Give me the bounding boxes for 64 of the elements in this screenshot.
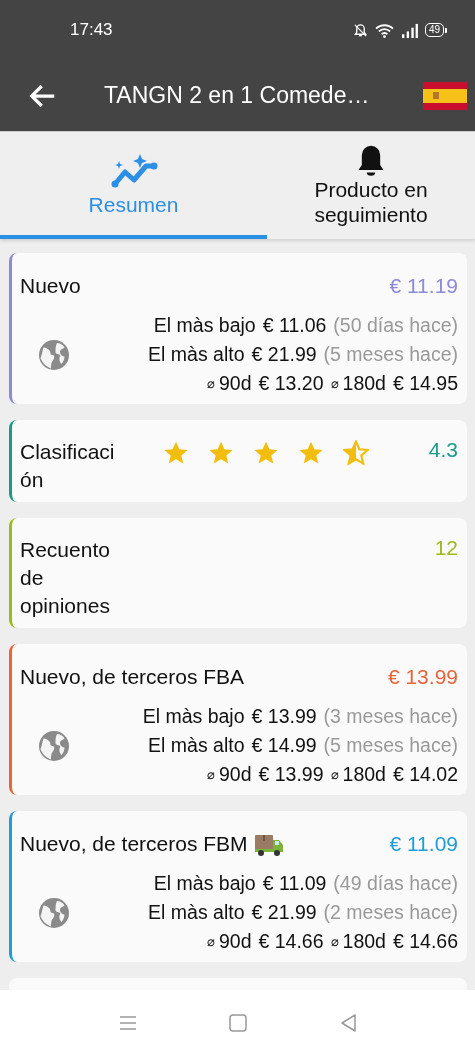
price-label: El màs bajo — [142, 704, 245, 729]
star-icon — [298, 440, 325, 466]
tab[interactable]: Producto en seguimiento — [267, 132, 475, 239]
average-icon: ⌀ — [330, 760, 339, 789]
flag-icon[interactable] — [423, 81, 467, 110]
app-title: TANGN 2 en 1 Comede… — [104, 82, 371, 109]
price: € 11.19 — [389, 274, 458, 298]
date-note: (2 meses hace) — [323, 900, 458, 925]
star-icon — [163, 440, 190, 466]
muted-bell-icon — [352, 22, 368, 38]
price-label: El màs alto — [148, 900, 245, 925]
signal-icon — [400, 22, 418, 38]
average-label: 90d — [218, 762, 252, 787]
price: € 13.99 — [258, 762, 324, 787]
price-label: El màs bajo — [153, 313, 256, 338]
average-label: 180d — [342, 371, 386, 396]
card-title: Nuevo, de terceros FBM — [20, 832, 248, 856]
average-icon: ⌀ — [206, 369, 215, 398]
date-note: (49 días hace) — [333, 871, 458, 896]
half-star-icon — [343, 440, 370, 466]
review-count: 12 — [434, 536, 458, 560]
average-icon: ⌀ — [206, 760, 215, 789]
price: € 14.95 — [392, 371, 458, 396]
average-icon: ⌀ — [330, 369, 339, 398]
price: € 14.66 — [392, 929, 458, 954]
wifi-icon — [374, 22, 394, 38]
price: € 21.99 — [251, 900, 317, 925]
menu-button[interactable] — [117, 1013, 138, 1033]
date-note: (3 meses hace) — [323, 704, 458, 729]
date-note: (50 días hace) — [333, 313, 458, 338]
price: € 14.99 — [251, 733, 317, 758]
price: € 21.99 — [251, 342, 317, 367]
clock: 17:43 — [70, 20, 114, 40]
average-label: 180d — [342, 929, 386, 954]
date-note: (5 meses hace) — [323, 342, 458, 367]
price: € 11.09 — [262, 871, 327, 896]
price-label: El màs bajo — [153, 871, 256, 896]
price: € 14.02 — [392, 762, 458, 787]
card-title: Recuento de opiniones — [20, 537, 111, 619]
card-title: Nuevo — [20, 274, 81, 298]
average-label: 90d — [218, 929, 252, 954]
average-icon: ⌀ — [206, 927, 215, 956]
price: € 13.20 — [258, 371, 324, 396]
price: € 13.99 — [251, 704, 317, 729]
card-title: Nuevo, de terceros FBA — [20, 665, 245, 689]
average-icon: ⌀ — [330, 927, 339, 956]
price: € 14.66 — [258, 929, 324, 954]
star-icon — [253, 440, 280, 466]
sparkle-chart-icon — [109, 152, 158, 189]
price-label: El màs alto — [148, 733, 245, 758]
price: € 11.06 — [262, 313, 327, 338]
price-label: El màs alto — [148, 342, 245, 367]
price: € 11.09 — [389, 832, 458, 856]
square-icon — [227, 1013, 248, 1033]
home-button[interactable] — [227, 1013, 248, 1033]
average-label: 90d — [218, 371, 252, 396]
date-note: (5 meses hace) — [323, 733, 458, 758]
average-label: 180d — [342, 762, 386, 787]
rating-value: 4.3 — [428, 438, 458, 462]
star-icon — [208, 440, 235, 466]
price: € 13.99 — [387, 665, 458, 689]
battery-icon: 49 — [424, 23, 447, 37]
card-title: Clasificación — [20, 439, 116, 493]
menu-icon — [117, 1013, 138, 1033]
